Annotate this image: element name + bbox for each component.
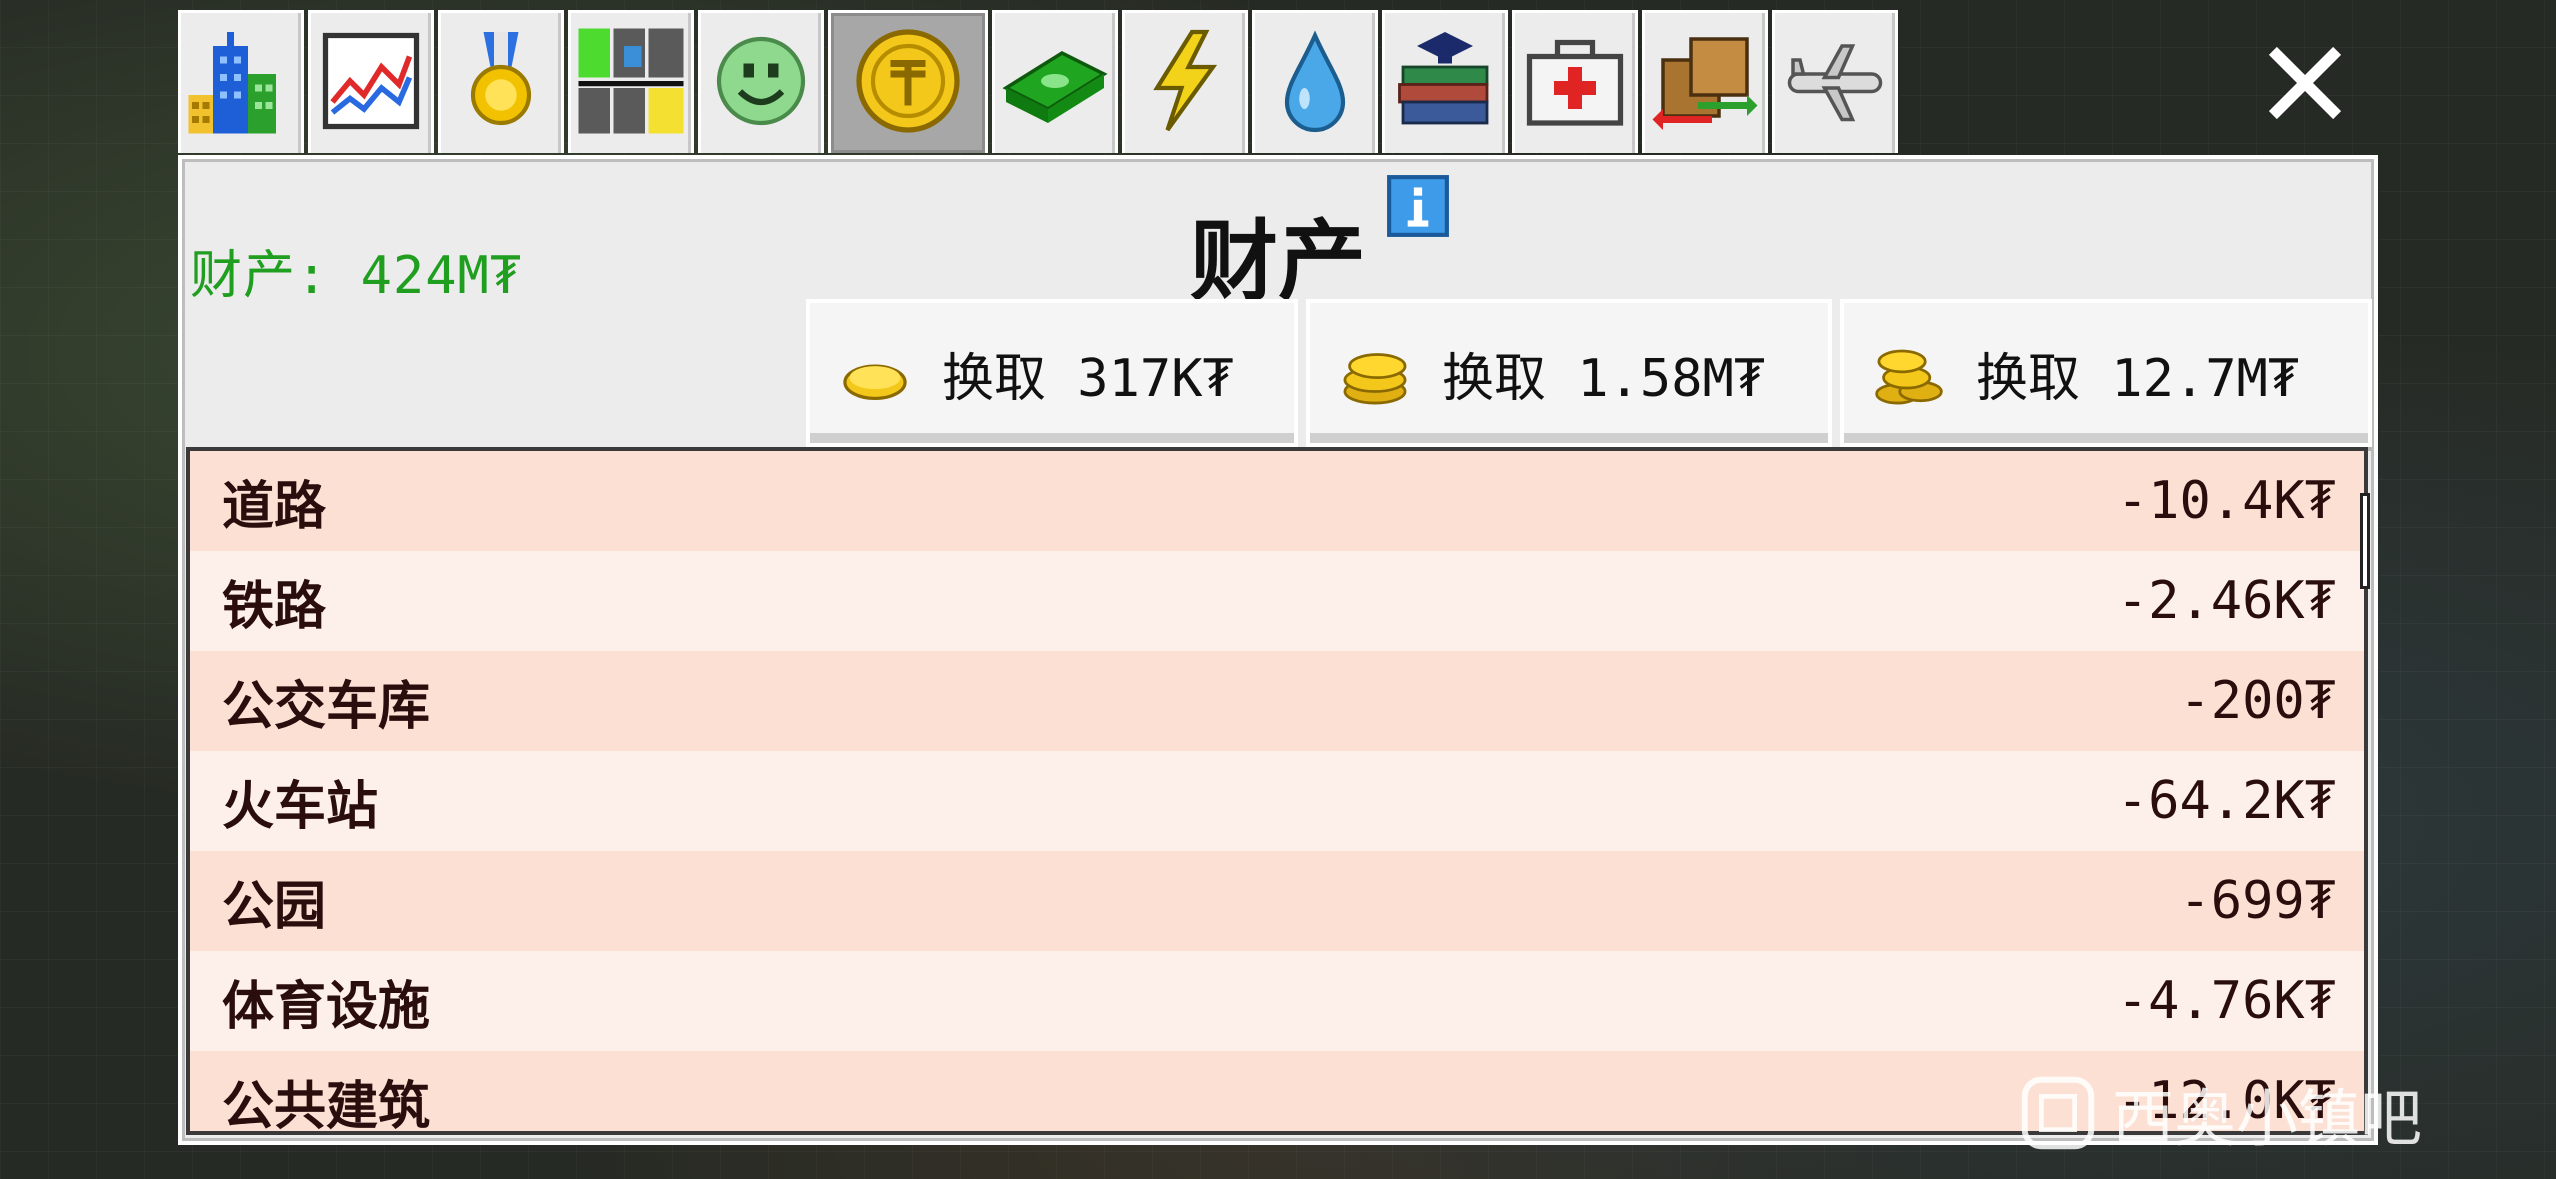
list-item-value: -699₮ xyxy=(2179,871,2336,931)
tab-water[interactable] xyxy=(1252,10,1378,153)
tab-trade[interactable] xyxy=(1642,10,1768,153)
expense-list[interactable]: 道路 -10.4K₮ 铁路 -2.46K₮ 公交车库 -200₮ 火车站 -64… xyxy=(186,447,2368,1135)
tab-happiness[interactable] xyxy=(698,10,824,153)
smiley-icon xyxy=(705,25,817,141)
finance-panel: 财产: 424M₮ 财产 换取 317K₮ 换取 1.58M₮ 换取 12.7M… xyxy=(178,155,2378,1145)
list-item-label: 铁路 xyxy=(222,576,327,637)
tieba-logo-icon xyxy=(2020,1075,2096,1151)
exchange-label-small: 换取 317K₮ xyxy=(942,348,1234,409)
coin-stack-icon xyxy=(1338,336,1412,410)
list-item-value: -2.46K₮ xyxy=(2116,571,2336,631)
tab-achievements[interactable] xyxy=(438,10,564,153)
list-item-value: -10.4K₮ xyxy=(2116,471,2336,531)
tab-airport[interactable] xyxy=(1772,10,1898,153)
city-icon xyxy=(185,25,297,141)
watermark-text: 西奥小镇吧 xyxy=(2112,1082,2423,1155)
list-item-label: 公共建筑 xyxy=(222,1076,431,1135)
list-item-label: 公交车库 xyxy=(222,676,431,737)
zones-icon xyxy=(575,25,687,141)
exchange-button-medium[interactable]: 换取 1.58M₮ xyxy=(1306,299,1832,447)
category-tab-bar xyxy=(178,10,1902,155)
exchange-button-small[interactable]: 换取 317K₮ xyxy=(806,299,1298,447)
list-item-value: -64.2K₮ xyxy=(2116,771,2336,831)
close-icon xyxy=(2260,46,2350,132)
graph-icon xyxy=(315,25,427,141)
airplane-icon xyxy=(1779,25,1891,141)
info-button[interactable] xyxy=(1385,173,1451,239)
exchange-button-large[interactable]: 换取 12.7M₮ xyxy=(1840,299,2372,447)
tab-statistics[interactable] xyxy=(308,10,434,153)
watermark: 西奥小镇吧 xyxy=(2020,1068,2422,1158)
cash-icon xyxy=(999,25,1111,141)
coin-icon xyxy=(852,25,964,141)
list-item-label: 公园 xyxy=(222,876,327,937)
tab-health[interactable] xyxy=(1512,10,1638,153)
lightning-icon xyxy=(1129,25,1241,141)
list-item-label: 体育设施 xyxy=(222,976,431,1037)
list-item-label: 道路 xyxy=(222,476,327,537)
list-item: 铁路 -2.46K₮ xyxy=(190,551,2364,651)
books-icon xyxy=(1389,25,1501,141)
coin-small-icon xyxy=(838,336,912,410)
exchange-label-medium: 换取 1.58M₮ xyxy=(1442,348,1766,409)
tab-education[interactable] xyxy=(1382,10,1508,153)
tab-electricity[interactable] xyxy=(1122,10,1248,153)
tab-zones[interactable] xyxy=(568,10,694,153)
tab-budget[interactable] xyxy=(992,10,1118,153)
list-item: 体育设施 -4.76K₮ xyxy=(190,951,2364,1051)
info-icon xyxy=(1385,175,1451,243)
coin-pile-icon xyxy=(1872,336,1946,410)
close-button[interactable] xyxy=(2260,38,2350,128)
medical-kit-icon xyxy=(1519,25,1631,141)
list-item-value: -4.76K₮ xyxy=(2116,971,2336,1031)
exchange-label-large: 换取 12.7M₮ xyxy=(1976,348,2300,409)
list-item: 火车站 -64.2K₮ xyxy=(190,751,2364,851)
total-money-label: 财产: 424M₮ xyxy=(190,246,523,306)
list-item-label: 火车站 xyxy=(222,776,379,837)
list-item: 公园 -699₮ xyxy=(190,851,2364,951)
list-item: 公交车库 -200₮ xyxy=(190,651,2364,751)
trade-boxes-icon xyxy=(1649,25,1761,141)
tab-finance[interactable] xyxy=(828,10,988,153)
water-drop-icon xyxy=(1259,25,1371,141)
tab-city[interactable] xyxy=(178,10,304,153)
medal-icon xyxy=(445,25,557,141)
list-item: 道路 -10.4K₮ xyxy=(190,451,2364,551)
list-item-value: -200₮ xyxy=(2179,671,2336,731)
list-scrollbar[interactable] xyxy=(2360,493,2370,589)
